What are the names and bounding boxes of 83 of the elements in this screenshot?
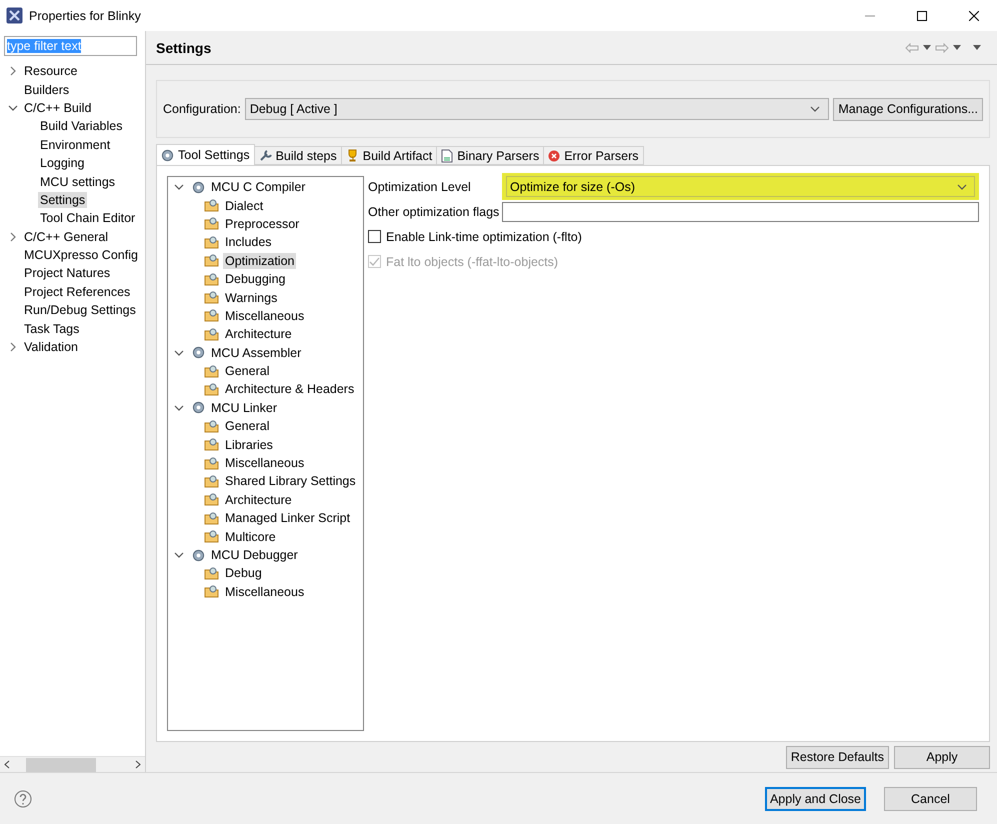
horizontal-scrollbar[interactable] (0, 756, 145, 772)
tree-item[interactable]: Project References (22, 284, 132, 300)
configuration-dropdown[interactable]: Debug [ Active ] (244, 98, 830, 120)
tab[interactable]: Build Artifact (340, 146, 438, 165)
tree-item[interactable]: Miscellaneous (223, 308, 306, 324)
window-title: Properties for Blinky (29, 8, 142, 22)
chevron-down-icon[interactable] (174, 348, 184, 358)
field-label: Optimization Level (368, 180, 472, 194)
tree-item[interactable]: MCU Assembler (209, 344, 304, 361)
tab[interactable]: Build steps (254, 146, 342, 165)
chevron-right-icon[interactable] (8, 66, 18, 76)
checkbox[interactable] (368, 230, 381, 243)
trophy-icon (346, 149, 359, 162)
field-label: Other optimization flags (368, 204, 498, 218)
tree-item[interactable]: Dialect (223, 198, 266, 214)
chevron-down-icon[interactable] (174, 402, 184, 413)
tree-item[interactable]: Task Tags (22, 320, 82, 337)
scroll-right-icon[interactable] (135, 760, 141, 769)
help-icon[interactable] (14, 790, 32, 808)
tree-item[interactable]: Debug (223, 565, 264, 582)
tree-item[interactable]: Miscellaneous (223, 455, 306, 472)
tree-item[interactable]: C/C++ Build (22, 100, 94, 116)
close-icon (969, 10, 979, 20)
tree-item[interactable]: Run/Debug Settings (22, 302, 138, 318)
tree-item[interactable]: Environment (38, 136, 112, 153)
maximize-icon (917, 10, 927, 20)
dropdown-arrow-icon[interactable] (923, 44, 931, 50)
tree-item[interactable]: Logging (38, 155, 86, 172)
tab[interactable]: Error Parsers (543, 146, 644, 165)
tree-item[interactable]: Preprocessor (223, 216, 302, 232)
error-icon (548, 150, 560, 162)
tree-item[interactable]: Multicore (223, 528, 278, 545)
tree-item[interactable]: Builders (22, 82, 72, 98)
tree-item[interactable]: Miscellaneous (223, 584, 306, 600)
tree-item[interactable]: Debugging (223, 271, 288, 288)
dialog-button[interactable]: Apply and Close (764, 786, 866, 810)
document-icon (441, 148, 454, 162)
tree-item[interactable]: Settings (38, 192, 88, 208)
tree-item[interactable]: Architecture (223, 492, 294, 508)
tree-item[interactable]: Architecture (223, 326, 294, 342)
tree-item[interactable]: Optimization (223, 252, 296, 269)
tree-item[interactable]: Managed Linker Script (223, 510, 352, 526)
dialog-button[interactable]: Restore Defaults (786, 746, 889, 768)
page-title: Settings (156, 40, 212, 56)
dialog-button[interactable]: Apply (894, 746, 990, 768)
tree-item[interactable]: Tool Chain Editor (38, 210, 138, 226)
tree-item[interactable]: C/C++ General (22, 228, 110, 245)
tree-item[interactable]: MCU C Compiler (209, 179, 308, 196)
dropdown-arrow-icon[interactable] (953, 44, 961, 50)
tree-item[interactable]: Includes (223, 234, 274, 250)
tree-item[interactable]: Resource (22, 63, 80, 80)
manage-configurations-button[interactable]: Manage Configurations... (833, 98, 983, 120)
dialog-button[interactable]: Cancel (884, 786, 977, 810)
checkbox-option[interactable]: Enable Link-time optimization (-flto) (368, 230, 582, 244)
tree-item[interactable]: General (223, 363, 272, 380)
chevron-right-icon[interactable] (8, 232, 18, 242)
optimization-dropdown[interactable]: Optimize for size (-Os) (506, 176, 975, 197)
view-menu-icon[interactable] (973, 44, 981, 50)
input-field[interactable] (502, 202, 979, 222)
chevron-down-icon[interactable] (957, 182, 967, 192)
scroll-left-icon[interactable] (4, 760, 10, 769)
chevron-down-icon[interactable] (8, 102, 18, 113)
tree-item[interactable]: Warnings (223, 290, 280, 306)
tab[interactable]: Tool Settings (156, 144, 255, 165)
tree-item[interactable]: MCU settings (38, 174, 118, 190)
tab[interactable]: Binary Parsers (436, 146, 544, 165)
tree-item[interactable]: General (223, 418, 272, 434)
tree-item[interactable]: MCU Debugger (209, 547, 300, 563)
chevron-right-icon[interactable] (8, 342, 18, 352)
tree-item[interactable]: Shared Library Settings (223, 473, 358, 490)
tree-item[interactable]: Validation (22, 339, 80, 356)
tree-item[interactable]: Build Variables (38, 118, 124, 134)
tree-item[interactable]: Libraries (223, 436, 275, 453)
tree-item[interactable]: Architecture & Headers (223, 381, 356, 398)
app-icon (6, 7, 23, 24)
tree-item[interactable]: Project Natures (22, 265, 112, 282)
configuration-label: Configuration: (163, 102, 241, 116)
tree-item[interactable]: MCU Linker (209, 400, 279, 416)
wrench-icon (258, 149, 272, 162)
tree-item[interactable]: MCUXpresso Config (22, 247, 140, 264)
chevron-down-icon[interactable] (174, 550, 184, 560)
chevron-down-icon[interactable] (810, 104, 820, 114)
chevron-down-icon[interactable] (174, 182, 184, 192)
